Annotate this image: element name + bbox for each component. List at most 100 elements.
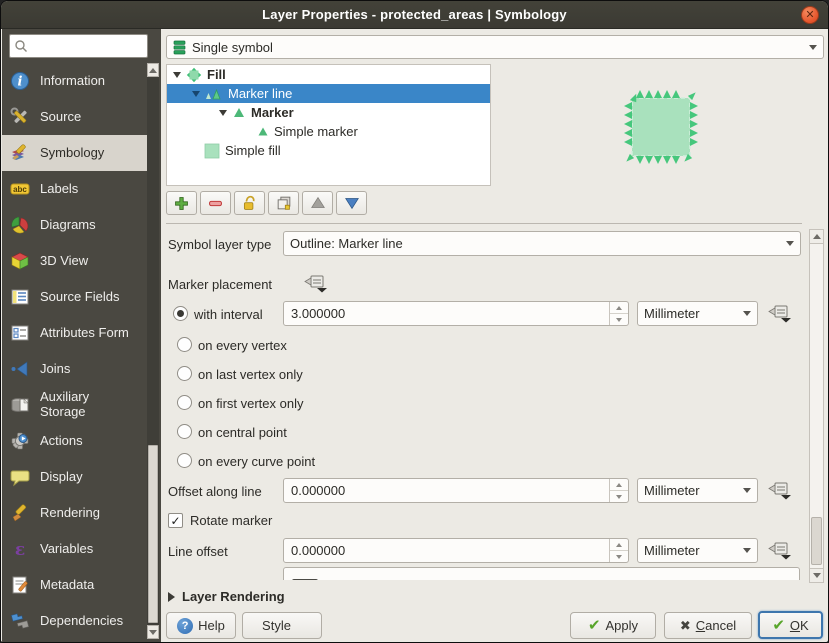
remove-symbol-layer-button[interactable] — [200, 191, 231, 215]
options-scrollbar[interactable] — [809, 229, 824, 583]
actions-icon — [10, 431, 30, 451]
ok-button[interactable]: OK — [758, 611, 823, 639]
sidebar-item-attributes-form[interactable]: Attributes Form — [2, 315, 148, 351]
sidebar-item-symbology[interactable]: Symbology — [2, 135, 148, 171]
scroll-up-icon[interactable] — [810, 230, 823, 244]
move-down-button[interactable] — [336, 191, 367, 215]
sidebar-scroll-down-icon[interactable] — [147, 625, 159, 639]
sidebar-item-metadata[interactable]: Metadata — [2, 567, 148, 603]
style-button[interactable]: Style — [242, 612, 322, 639]
simple-fill-symbol-icon — [204, 143, 220, 159]
sidebar-scroll-up-icon[interactable] — [147, 63, 159, 77]
auxiliary-storage-icon — [10, 395, 30, 415]
offset-along-line-spinbox[interactable]: 0.000000 — [283, 478, 629, 503]
layer-rendering-group[interactable]: Layer Rendering — [168, 589, 285, 604]
spinner-arrows[interactable] — [609, 302, 628, 325]
sidebar-scrollbar[interactable] — [147, 63, 159, 639]
sidebar-item-variables[interactable]: ε Variables — [2, 531, 148, 567]
expander-icon[interactable] — [219, 110, 227, 116]
search-input[interactable] — [28, 38, 133, 54]
diagrams-icon — [10, 215, 30, 235]
scroll-thumb[interactable] — [811, 517, 822, 565]
sidebar: i Information Source — [2, 29, 161, 643]
duplicate-symbol-layer-button[interactable] — [268, 191, 299, 215]
symbol-layer-type-label: Symbol layer type — [168, 237, 271, 252]
display-icon — [10, 467, 30, 487]
on-central-point-radio[interactable] — [177, 424, 192, 439]
sidebar-search[interactable] — [9, 34, 148, 58]
add-symbol-layer-button[interactable] — [166, 191, 197, 215]
on-every-vertex-radio[interactable] — [177, 337, 192, 352]
tree-item-fill[interactable]: Fill — [167, 65, 490, 84]
lock-color-button[interactable] — [234, 191, 265, 215]
sidebar-item-auxiliary-storage[interactable]: Auxiliary Storage — [2, 387, 148, 423]
marker-symbol-icon — [232, 106, 246, 119]
labels-icon: abc — [10, 179, 30, 199]
sidebar-item-labels[interactable]: abc Labels — [2, 171, 148, 207]
joins-icon — [10, 359, 30, 379]
variables-icon: ε — [10, 539, 30, 559]
sidebar-item-source[interactable]: Source — [2, 99, 148, 135]
open-lock-icon — [241, 195, 258, 212]
tree-item-marker[interactable]: Marker — [167, 103, 490, 122]
chevron-right-icon — [168, 592, 175, 602]
on-first-vertex-radio[interactable] — [177, 395, 192, 410]
data-defined-override-icon[interactable] — [767, 541, 793, 561]
expander-icon[interactable] — [192, 91, 200, 97]
window-title: Layer Properties - protected_areas | Sym… — [262, 7, 567, 22]
spinner-arrows[interactable] — [609, 479, 628, 502]
check-icon — [772, 618, 785, 633]
symbol-layer-type-select[interactable]: Outline: Marker line — [283, 231, 801, 256]
line-offset-unit-select[interactable]: Millimeter — [637, 538, 758, 563]
marker-line-symbol-icon — [205, 87, 223, 101]
data-defined-override-icon[interactable] — [303, 274, 329, 294]
with-interval-radio[interactable] — [173, 306, 188, 321]
spinner-arrows[interactable] — [609, 539, 628, 562]
plus-icon — [173, 195, 190, 212]
renderer-select[interactable]: Single symbol — [166, 35, 824, 59]
sidebar-scroll-thumb[interactable] — [148, 445, 158, 623]
line-offset-label: Line offset — [168, 544, 228, 559]
rotate-marker-checkbox[interactable] — [168, 513, 183, 528]
offset-along-line-unit-select[interactable]: Millimeter — [637, 478, 758, 503]
sidebar-item-diagrams[interactable]: Diagrams — [2, 207, 148, 243]
close-icon[interactable]: ✕ — [801, 6, 819, 24]
scroll-down-icon[interactable] — [810, 568, 823, 582]
data-defined-override-icon[interactable] — [767, 304, 793, 324]
interval-unit-select[interactable]: Millimeter — [637, 301, 758, 326]
minus-icon — [207, 195, 224, 212]
apply-button[interactable]: Apply — [570, 612, 656, 639]
sidebar-item-3d-view[interactable]: 3D View — [2, 243, 148, 279]
move-up-button[interactable] — [302, 191, 333, 215]
data-defined-override-icon[interactable] — [767, 481, 793, 501]
on-first-vertex-label: on first vertex only — [198, 396, 304, 411]
line-offset-spinbox[interactable]: 0.000000 — [283, 538, 629, 563]
sidebar-item-joins[interactable]: Joins — [2, 351, 148, 387]
on-last-vertex-radio[interactable] — [177, 366, 192, 381]
sidebar-item-information[interactable]: i Information — [2, 63, 148, 99]
on-every-curve-point-radio[interactable] — [177, 453, 192, 468]
sidebar-item-display[interactable]: Display — [2, 459, 148, 495]
sidebar-item-rendering[interactable]: Rendering — [2, 495, 148, 531]
metadata-icon — [10, 575, 30, 595]
dependencies-icon — [10, 611, 30, 631]
check-icon — [588, 618, 601, 633]
on-last-vertex-label: on last vertex only — [198, 367, 303, 382]
attributes-form-icon — [10, 323, 30, 343]
tree-item-simple-fill[interactable]: Simple fill — [167, 141, 490, 160]
3d-view-icon — [10, 251, 30, 271]
expander-icon[interactable] — [173, 72, 181, 78]
interval-spinbox[interactable]: 3.000000 — [283, 301, 629, 326]
tree-item-simple-marker[interactable]: Simple marker — [167, 122, 490, 141]
information-icon: i — [10, 71, 30, 91]
cancel-button[interactable]: Cancel — [664, 612, 752, 639]
titlebar[interactable]: Layer Properties - protected_areas | Sym… — [1, 1, 828, 29]
help-button[interactable]: Help — [166, 612, 236, 639]
tree-item-marker-line[interactable]: Marker line — [167, 84, 490, 103]
sidebar-item-actions[interactable]: Actions — [2, 423, 148, 459]
svg-text:ε: ε — [15, 540, 25, 559]
chevron-down-icon — [743, 548, 751, 553]
sidebar-item-dependencies[interactable]: Dependencies — [2, 603, 148, 639]
sidebar-item-source-fields[interactable]: Source Fields — [2, 279, 148, 315]
rendering-icon — [10, 503, 30, 523]
